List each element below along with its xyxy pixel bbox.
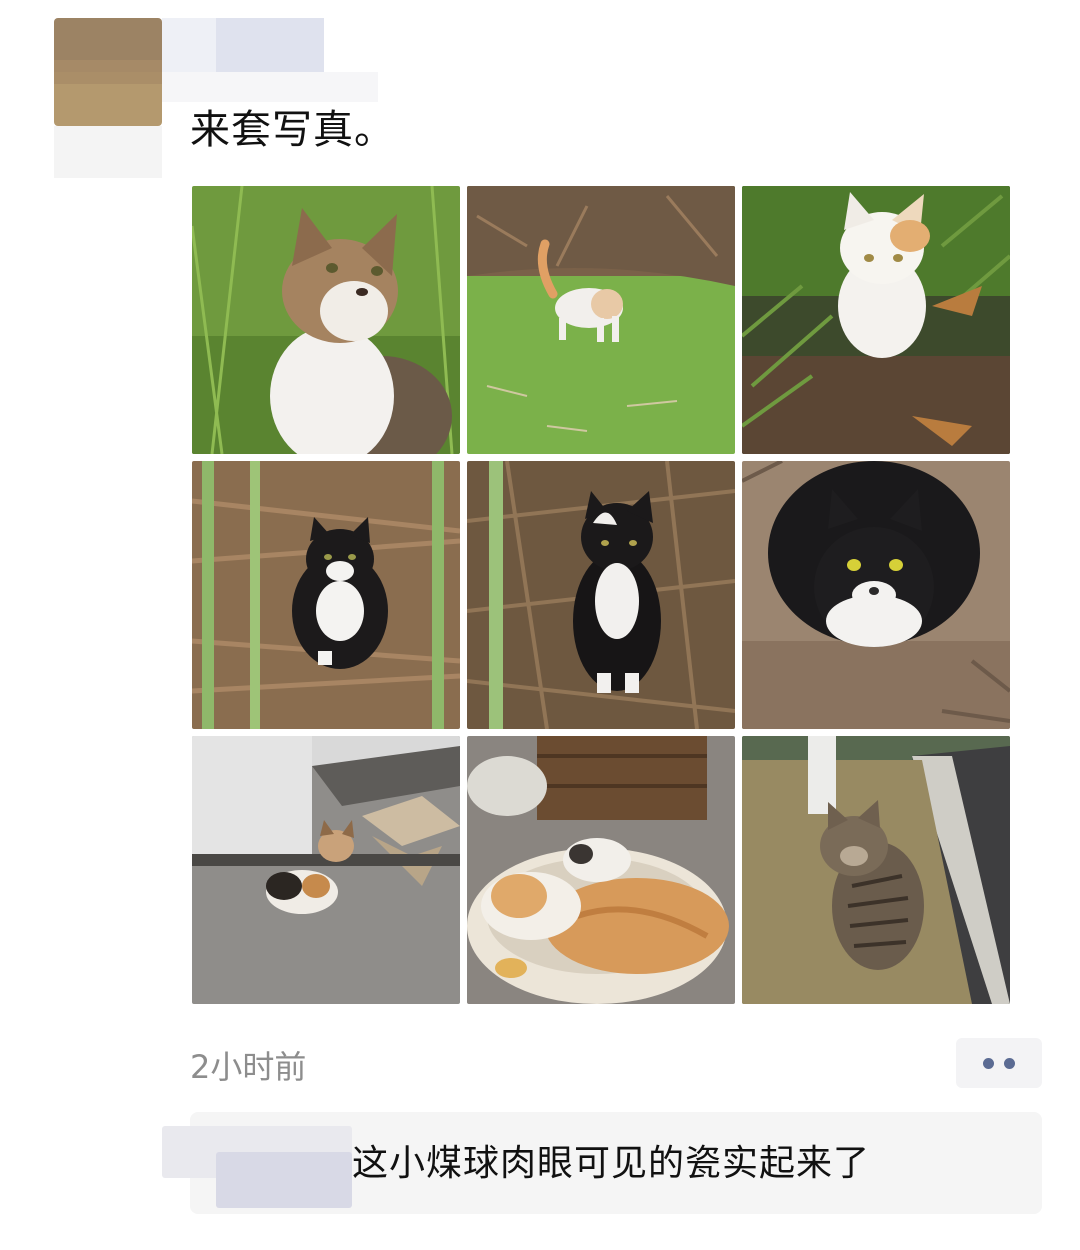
commenter-name-blurred-2	[216, 1152, 352, 1208]
more-dots-icon[interactable]	[956, 1038, 1042, 1088]
dot	[1004, 1057, 1015, 1069]
photo-calico-cat-on-grass[interactable]	[192, 186, 460, 454]
photo-cats-sleeping-in-bed[interactable]	[467, 736, 735, 1004]
photo-white-cat-walking-on-moss[interactable]	[467, 186, 735, 454]
photo-grid	[192, 186, 1010, 1004]
photo-white-orange-cat-in-plants[interactable]	[742, 186, 1010, 454]
avatar[interactable]	[54, 18, 162, 126]
post-text: 来套写真。	[190, 107, 395, 153]
photo-tuxedo-cat-in-bamboo[interactable]	[192, 461, 460, 729]
username-blurred[interactable]	[162, 18, 324, 74]
username-blur-shadow	[162, 72, 378, 102]
avatar-blur-edge	[54, 126, 162, 178]
post-timestamp: 2小时前	[190, 1048, 307, 1086]
photo-tuxedo-cat-closeup[interactable]	[742, 461, 1010, 729]
photo-calico-cat-on-pavement[interactable]	[192, 736, 460, 1004]
photo-tuxedo-cat-standing[interactable]	[467, 461, 735, 729]
photo-tabby-cat-by-road[interactable]	[742, 736, 1010, 1004]
comment-text[interactable]: 这小煤球肉眼可见的瓷实起来了	[352, 1140, 870, 1188]
dot	[983, 1057, 994, 1069]
